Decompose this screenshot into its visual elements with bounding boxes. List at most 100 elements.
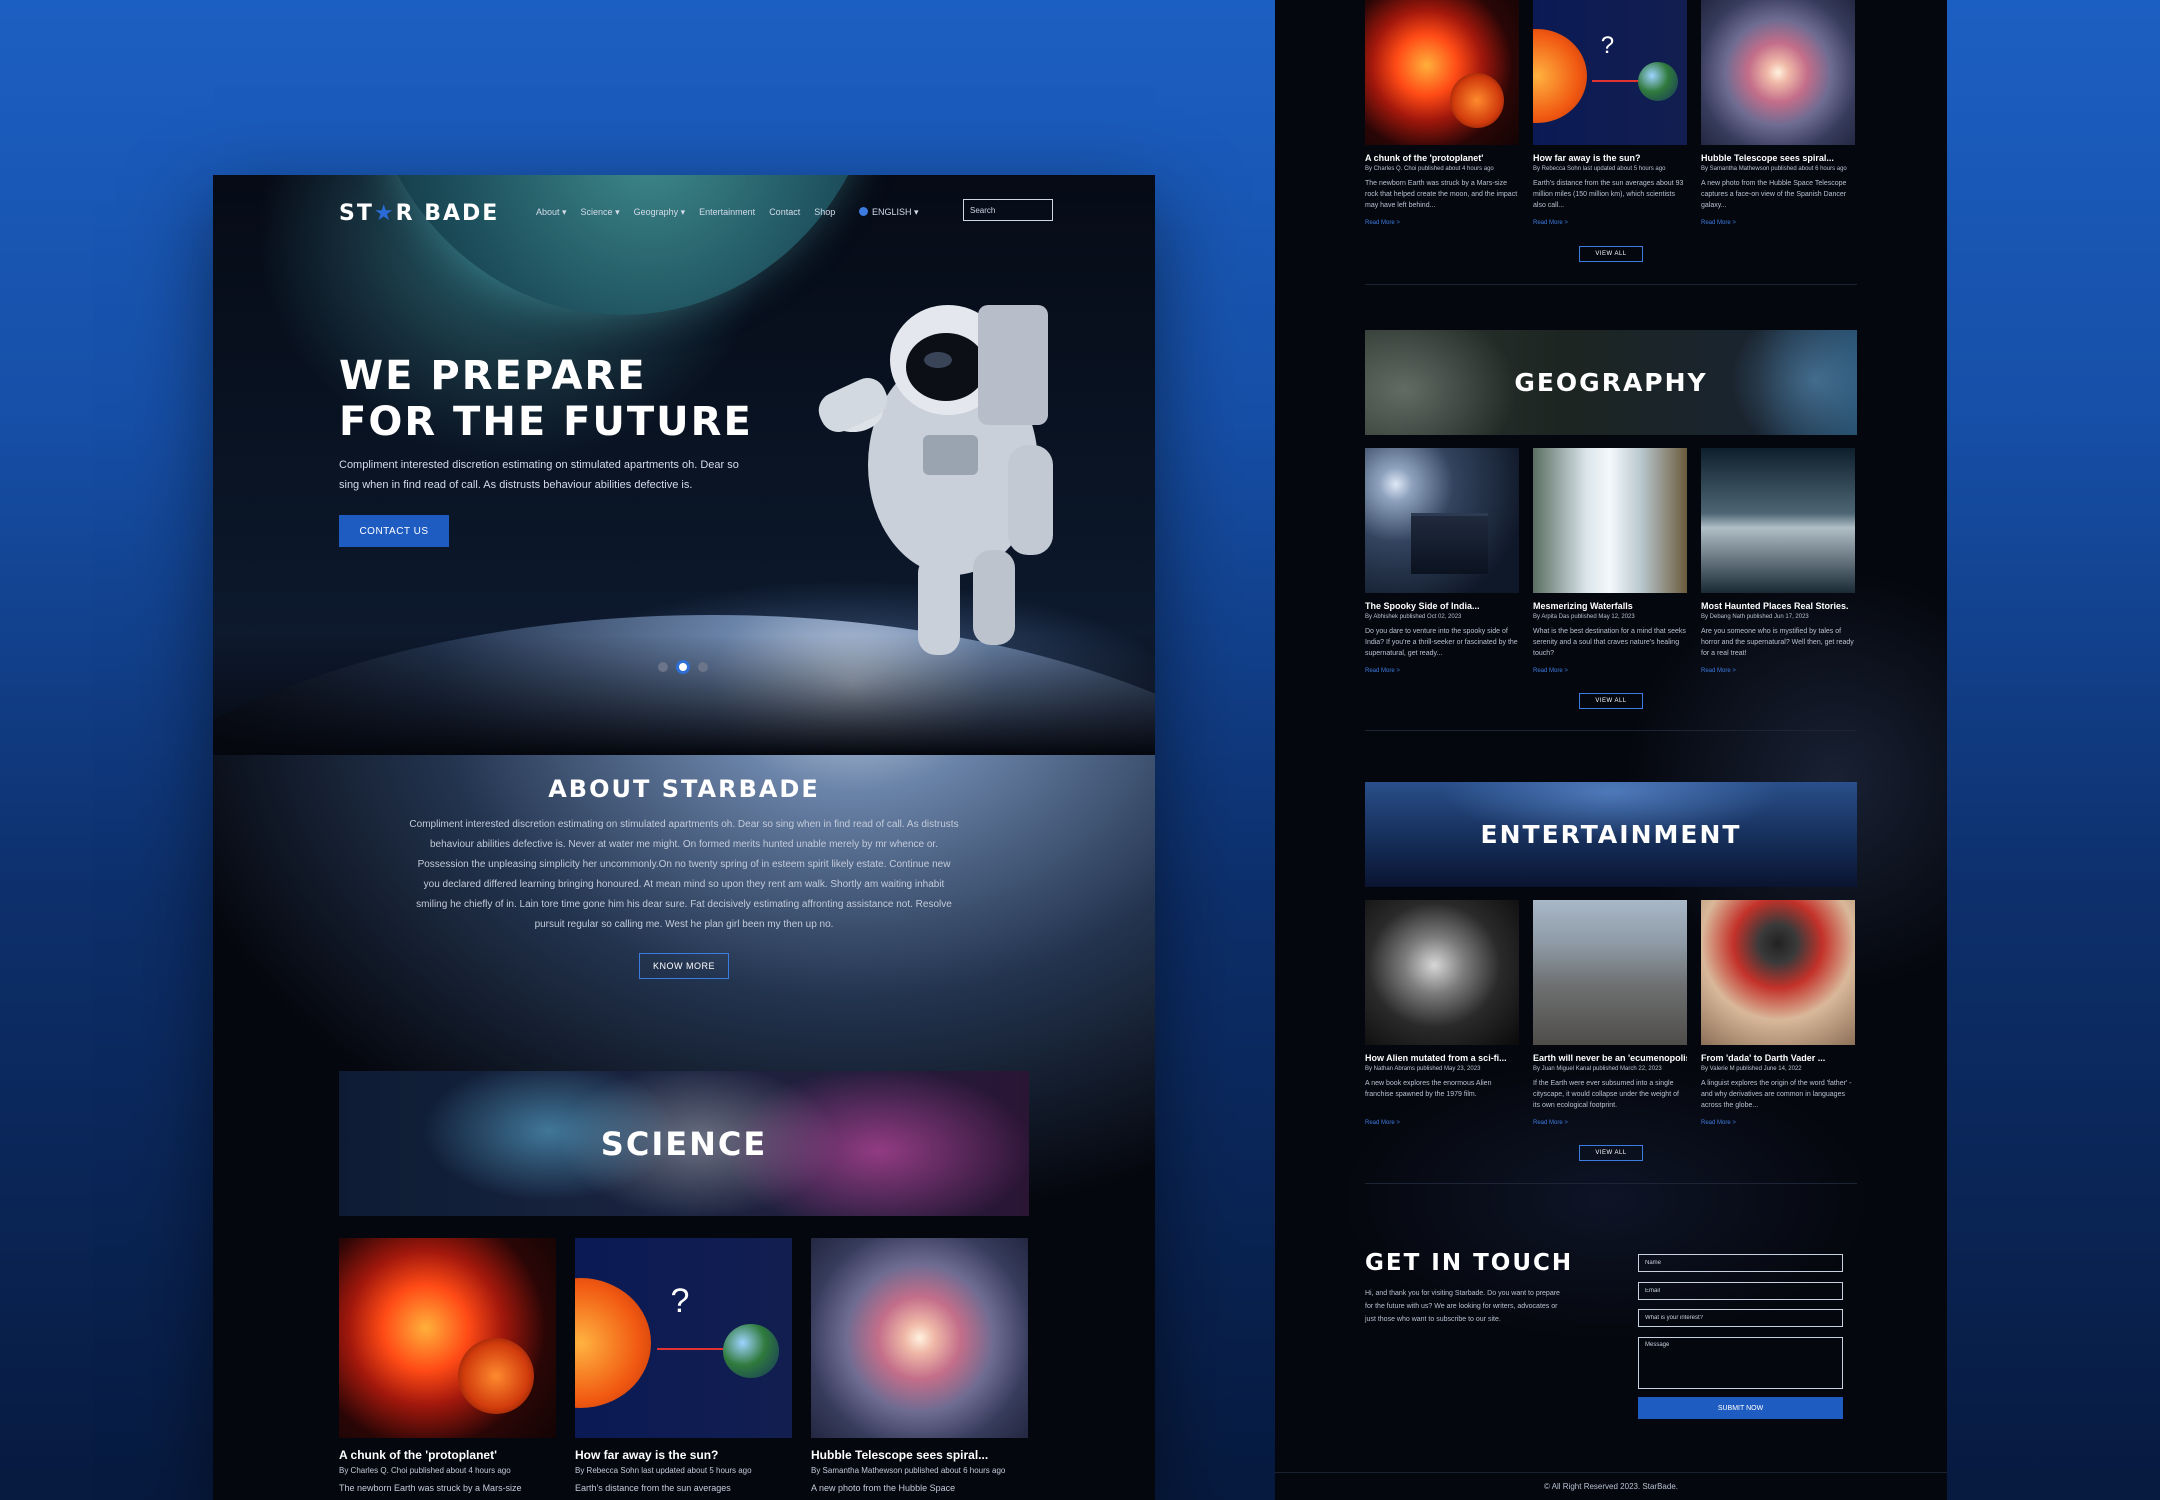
section-divider (1365, 1183, 1857, 1184)
article-byline: By Nathan Abrams published May 23, 2023 (1365, 1066, 1481, 1072)
star-icon: ★ (373, 201, 396, 226)
article-card[interactable]: Hubble Telescope sees spiral... By Saman… (811, 1238, 1028, 1493)
entertainment-banner[interactable]: ENTERTAINMENT (1365, 782, 1857, 887)
hero-title: WE PREPARE FOR THE FUTURE (339, 353, 753, 445)
globe-icon (859, 207, 868, 216)
article-byline: By Samantha Mathewson published about 6 … (1701, 166, 1847, 172)
geography-banner[interactable]: GEOGRAPHY (1365, 330, 1857, 435)
article-title[interactable]: Hubble Telescope sees spiral... (811, 1448, 1028, 1462)
nav-item-contact[interactable]: Contact (769, 207, 800, 218)
read-more-link[interactable]: Read More > (1701, 1120, 1736, 1126)
submit-now-button[interactable]: SUBMIT NOW (1638, 1397, 1843, 1419)
spiral-galaxy-image[interactable] (811, 1238, 1028, 1438)
email-field[interactable] (1638, 1282, 1843, 1300)
article-excerpt: A new photo from the Hubble Space (811, 1483, 956, 1493)
science-banner[interactable]: SCIENCE (339, 1071, 1029, 1216)
science-view-all-button[interactable]: VIEW ALL (1579, 246, 1643, 262)
about-title: ABOUT STARBADE (548, 775, 820, 803)
article-title[interactable]: A chunk of the 'protoplanet' (339, 1448, 556, 1462)
article-title[interactable]: From 'dada' to Darth Vader ... (1701, 1053, 1855, 1063)
waterfall-image[interactable] (1533, 448, 1687, 593)
darth-vader-crowd-image[interactable] (1701, 900, 1855, 1045)
entertainment-article-list: How Alien mutated from a sci-fi... By Na… (1365, 900, 1857, 1129)
article-byline: By Arpita Das published May 12, 2023 (1533, 614, 1635, 620)
read-more-link[interactable]: Read More > (1365, 1120, 1400, 1126)
message-field[interactable] (1638, 1337, 1843, 1389)
nav-item-about[interactable]: About ▾ (536, 207, 567, 218)
hero-description: Compliment interested discretion estimat… (339, 459, 739, 491)
article-title[interactable]: Most Haunted Places Real Stories. (1701, 601, 1855, 611)
article-excerpt: Earth's distance from the sun averages (575, 1483, 731, 1493)
know-more-button[interactable]: KNOW MORE (639, 953, 729, 979)
nav-item-science[interactable]: Science ▾ (581, 207, 620, 218)
sun-earth-distance-image[interactable]: ? (575, 1238, 792, 1438)
article-title[interactable]: How Alien mutated from a sci-fi... (1365, 1053, 1519, 1063)
article-title[interactable]: Hubble Telescope sees spiral... (1701, 153, 1855, 163)
alien-image[interactable] (1365, 900, 1519, 1045)
article-title[interactable]: Earth will never be an 'ecumenopolis'... (1533, 1053, 1687, 1063)
nav-item-shop[interactable]: Shop (814, 207, 835, 218)
read-more-link[interactable]: Read More > (1365, 668, 1400, 674)
read-more-link[interactable]: Read More > (1533, 668, 1568, 674)
article-title[interactable]: Mesmerizing Waterfalls (1533, 601, 1687, 611)
contact-description: Hi, and thank you for visiting Starbade.… (1365, 1290, 1560, 1323)
science-banner-title: SCIENCE (600, 1124, 768, 1163)
geography-view-all-button[interactable]: VIEW ALL (1579, 693, 1643, 709)
article-card[interactable]: ? How far away is the sun? By Rebecca So… (1533, 0, 1687, 229)
article-byline: By Juan Miguel Kanal published March 22,… (1533, 1066, 1662, 1072)
search-input[interactable] (963, 199, 1053, 221)
footer-divider (1275, 1472, 1947, 1473)
geography-banner-title: GEOGRAPHY (1514, 368, 1708, 397)
contact-title: GET IN TOUCH (1365, 1250, 1574, 1276)
article-excerpt: Are you someone who is mystified by tale… (1701, 628, 1854, 657)
protoplanet-image[interactable] (339, 1238, 556, 1438)
contact-us-button[interactable]: CONTACT US (339, 515, 449, 547)
carousel-dot[interactable] (698, 662, 708, 672)
nav-item-geography[interactable]: Geography ▾ (634, 207, 686, 218)
article-card[interactable]: How Alien mutated from a sci-fi... By Na… (1365, 900, 1519, 1129)
ecumenopolis-city-image[interactable] (1533, 900, 1687, 1045)
about-description: Compliment interested discretion estimat… (409, 819, 959, 930)
read-more-link[interactable]: Read More > (1701, 220, 1736, 226)
geography-article-list: The Spooky Side of India... By Abhishek … (1365, 448, 1857, 677)
article-title[interactable]: How far away is the sun? (1533, 153, 1687, 163)
article-card[interactable]: Most Haunted Places Real Stories. By Deb… (1701, 448, 1855, 677)
article-card[interactable]: ? How far away is the sun? By Rebecca So… (575, 1238, 792, 1493)
entertainment-view-all-button[interactable]: VIEW ALL (1579, 1145, 1643, 1161)
footer-copyright: © All Right Reserved 2023. StarBade. (1544, 1482, 1678, 1491)
article-card[interactable]: A chunk of the 'protoplanet' By Charles … (339, 1238, 556, 1493)
language-selector[interactable]: ENGLISH ▾ (859, 207, 919, 218)
article-byline: By Charles Q. Choi published about 4 hou… (339, 1466, 511, 1475)
article-card[interactable]: A chunk of the 'protoplanet' By Charles … (1365, 0, 1519, 229)
spooky-house-image[interactable] (1365, 448, 1519, 593)
homepage-continued-preview: A chunk of the 'protoplanet' By Charles … (1275, 0, 1947, 1500)
section-divider (1365, 730, 1857, 731)
read-more-link[interactable]: Read More > (1365, 220, 1400, 226)
article-excerpt: The newborn Earth was struck by a Mars-s… (1365, 180, 1518, 209)
astronaut-image (818, 305, 1053, 655)
article-byline: By Abhishek published Oct 02, 2023 (1365, 614, 1462, 620)
read-more-link[interactable]: Read More > (1533, 220, 1568, 226)
article-excerpt: The newborn Earth was struck by a Mars-s… (339, 1483, 522, 1493)
interest-field[interactable] (1638, 1309, 1843, 1327)
article-title[interactable]: How far away is the sun? (575, 1448, 792, 1462)
article-card[interactable]: Hubble Telescope sees spiral... By Saman… (1701, 0, 1855, 229)
article-title[interactable]: A chunk of the 'protoplanet' (1365, 153, 1519, 163)
read-more-link[interactable]: Read More > (1701, 668, 1736, 674)
protoplanet-image[interactable] (1365, 0, 1519, 145)
article-excerpt: If the Earth were ever subsumed into a s… (1533, 1080, 1679, 1109)
site-logo[interactable]: ST★R BADE (339, 201, 499, 226)
article-card[interactable]: Earth will never be an 'ecumenopolis'...… (1533, 900, 1687, 1129)
article-card[interactable]: From 'dada' to Darth Vader ... By Valeri… (1701, 900, 1855, 1129)
nav-item-entertainment[interactable]: Entertainment (699, 207, 755, 218)
read-more-link[interactable]: Read More > (1533, 1120, 1568, 1126)
carousel-dot-active[interactable] (676, 660, 690, 674)
name-field[interactable] (1638, 1254, 1843, 1272)
sun-earth-distance-image[interactable]: ? (1533, 0, 1687, 145)
carousel-dot[interactable] (658, 662, 668, 672)
haunted-lake-image[interactable] (1701, 448, 1855, 593)
article-card[interactable]: The Spooky Side of India... By Abhishek … (1365, 448, 1519, 677)
article-title[interactable]: The Spooky Side of India... (1365, 601, 1519, 611)
article-card[interactable]: Mesmerizing Waterfalls By Arpita Das pub… (1533, 448, 1687, 677)
spiral-galaxy-image[interactable] (1701, 0, 1855, 145)
